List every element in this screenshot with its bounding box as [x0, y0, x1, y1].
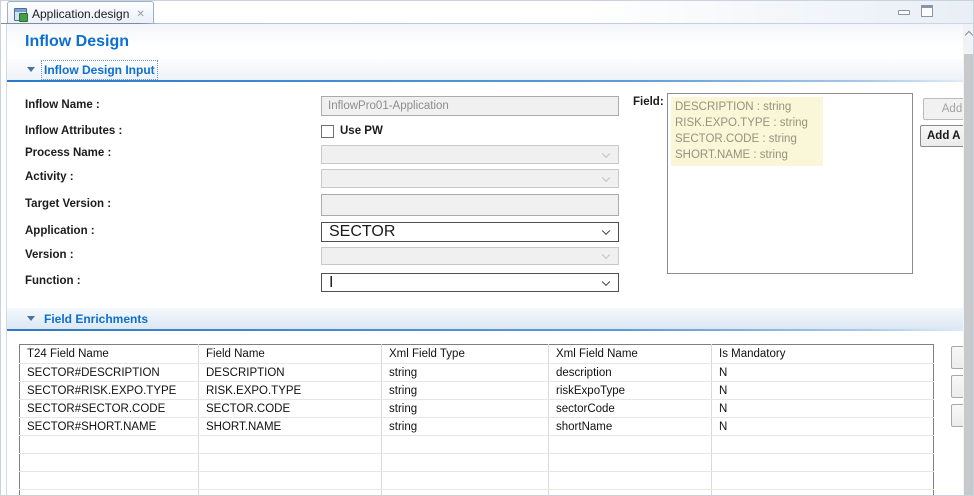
cell[interactable]: string — [382, 400, 549, 418]
table-row-empty[interactable] — [20, 454, 934, 472]
section-title[interactable]: Inflow Design Input — [44, 63, 155, 77]
cell[interactable]: SECTOR#RISK.EXPO.TYPE — [20, 382, 199, 400]
cell[interactable]: N — [712, 400, 934, 418]
cell[interactable]: SECTOR#SECTOR.CODE — [20, 400, 199, 418]
process-name-label: Process Name : — [25, 147, 111, 159]
activity-label: Activity : — [25, 171, 74, 183]
list-item[interactable]: RISK.EXPO.TYPE : string — [675, 115, 823, 131]
cell[interactable]: N — [712, 418, 934, 436]
collapse-triangle-icon[interactable] — [27, 316, 35, 321]
column-header[interactable]: T24 Field Name — [20, 345, 199, 364]
activity-select[interactable] — [321, 169, 619, 188]
cell[interactable]: riskExpoType — [549, 382, 712, 400]
application-select[interactable]: SECTOR — [321, 222, 619, 242]
cell[interactable]: DESCRIPTION — [199, 364, 382, 382]
table-header-row: T24 Field Name Field Name Xml Field Type… — [20, 345, 934, 364]
chevron-down-icon — [602, 149, 610, 157]
use-pw-checkbox[interactable] — [321, 125, 334, 138]
target-version-input[interactable] — [321, 194, 619, 216]
field-list-label: Field: — [633, 96, 664, 108]
cell[interactable]: SECTOR#SHORT.NAME — [20, 418, 199, 436]
function-value: I — [329, 274, 333, 292]
application-label: Application : — [25, 225, 95, 237]
list-item[interactable]: SECTOR.CODE : string — [675, 131, 823, 147]
editor-view: Application.design ✕ Inflow Design Inflo… — [0, 0, 974, 496]
tab-bar: Application.design ✕ — [1, 1, 974, 23]
tab-title: Application.design — [32, 7, 129, 21]
field-enrichments-table: T24 Field Name Field Name Xml Field Type… — [19, 344, 934, 496]
column-header[interactable]: Xml Field Name — [549, 345, 712, 364]
cell[interactable]: sectorCode — [549, 400, 712, 418]
cell[interactable]: N — [712, 364, 934, 382]
table-row[interactable]: SECTOR#RISK.EXPO.TYPE RISK.EXPO.TYPE str… — [20, 382, 934, 400]
column-header[interactable]: Xml Field Type — [382, 345, 549, 364]
view-left-border — [6, 24, 7, 496]
vertical-scrollbar[interactable] — [963, 24, 974, 496]
version-label: Version : — [25, 249, 74, 261]
page-title: Inflow Design — [25, 33, 129, 51]
inflow-attributes-label: Inflow Attributes : — [25, 125, 122, 137]
cell[interactable]: SECTOR.CODE — [199, 400, 382, 418]
table-row[interactable]: SECTOR#SECTOR.CODE SECTOR.CODE string se… — [20, 400, 934, 418]
version-select[interactable] — [321, 247, 619, 265]
cell[interactable]: description — [549, 364, 712, 382]
process-name-select[interactable] — [321, 145, 619, 164]
cell[interactable]: SECTOR#DESCRIPTION — [20, 364, 199, 382]
section-underline — [7, 80, 963, 82]
maximize-icon[interactable] — [921, 5, 933, 17]
inflow-name-input[interactable] — [321, 96, 619, 116]
application-value: SECTOR — [329, 223, 395, 241]
cell[interactable]: RISK.EXPO.TYPE — [199, 382, 382, 400]
use-pw-checkbox-label: Use PW — [340, 125, 383, 137]
cell[interactable]: string — [382, 382, 549, 400]
section-title[interactable]: Field Enrichments — [44, 312, 148, 326]
chevron-down-icon — [602, 277, 610, 285]
tab-application-design[interactable]: Application.design ✕ — [7, 1, 154, 23]
chevron-down-icon — [602, 251, 610, 259]
chevron-down-icon — [602, 227, 610, 235]
column-header[interactable]: Field Name — [199, 345, 382, 364]
column-header[interactable]: Is Mandatory — [712, 345, 934, 364]
scroll-up-arrow-icon[interactable] — [963, 24, 974, 42]
section-header-field-enrichments[interactable]: Field Enrichments — [7, 308, 963, 329]
collapse-triangle-icon[interactable] — [27, 67, 35, 72]
cell[interactable]: shortName — [549, 418, 712, 436]
cell[interactable]: string — [382, 364, 549, 382]
function-select[interactable]: I — [321, 273, 619, 292]
list-item[interactable]: DESCRIPTION : string — [675, 99, 823, 115]
field-list-selection: DESCRIPTION : string RISK.EXPO.TYPE : st… — [671, 97, 823, 166]
table-row-empty[interactable] — [20, 490, 934, 496]
section-header-inflow-design-input[interactable]: Inflow Design Input — [7, 59, 963, 80]
list-item[interactable]: SHORT.NAME : string — [675, 147, 823, 163]
design-file-icon — [14, 8, 27, 21]
close-icon[interactable]: ✕ — [134, 9, 144, 20]
target-version-label: Target Version : — [25, 198, 111, 210]
minimize-icon[interactable] — [898, 10, 910, 15]
function-label: Function : — [25, 275, 81, 287]
cell[interactable]: SHORT.NAME — [199, 418, 382, 436]
section-underline — [7, 329, 963, 331]
cell[interactable]: string — [382, 418, 549, 436]
field-listbox[interactable]: DESCRIPTION : string RISK.EXPO.TYPE : st… — [667, 93, 913, 274]
inflow-name-label: Inflow Name : — [25, 99, 100, 111]
table-row-empty[interactable] — [20, 472, 934, 490]
table-row-empty[interactable] — [20, 436, 934, 454]
table-row[interactable]: SECTOR#DESCRIPTION DESCRIPTION string de… — [20, 364, 934, 382]
cell[interactable]: N — [712, 382, 934, 400]
scrollbar-thumb[interactable] — [964, 54, 974, 496]
table-row[interactable]: SECTOR#SHORT.NAME SHORT.NAME string shor… — [20, 418, 934, 436]
chevron-down-icon — [602, 173, 610, 181]
